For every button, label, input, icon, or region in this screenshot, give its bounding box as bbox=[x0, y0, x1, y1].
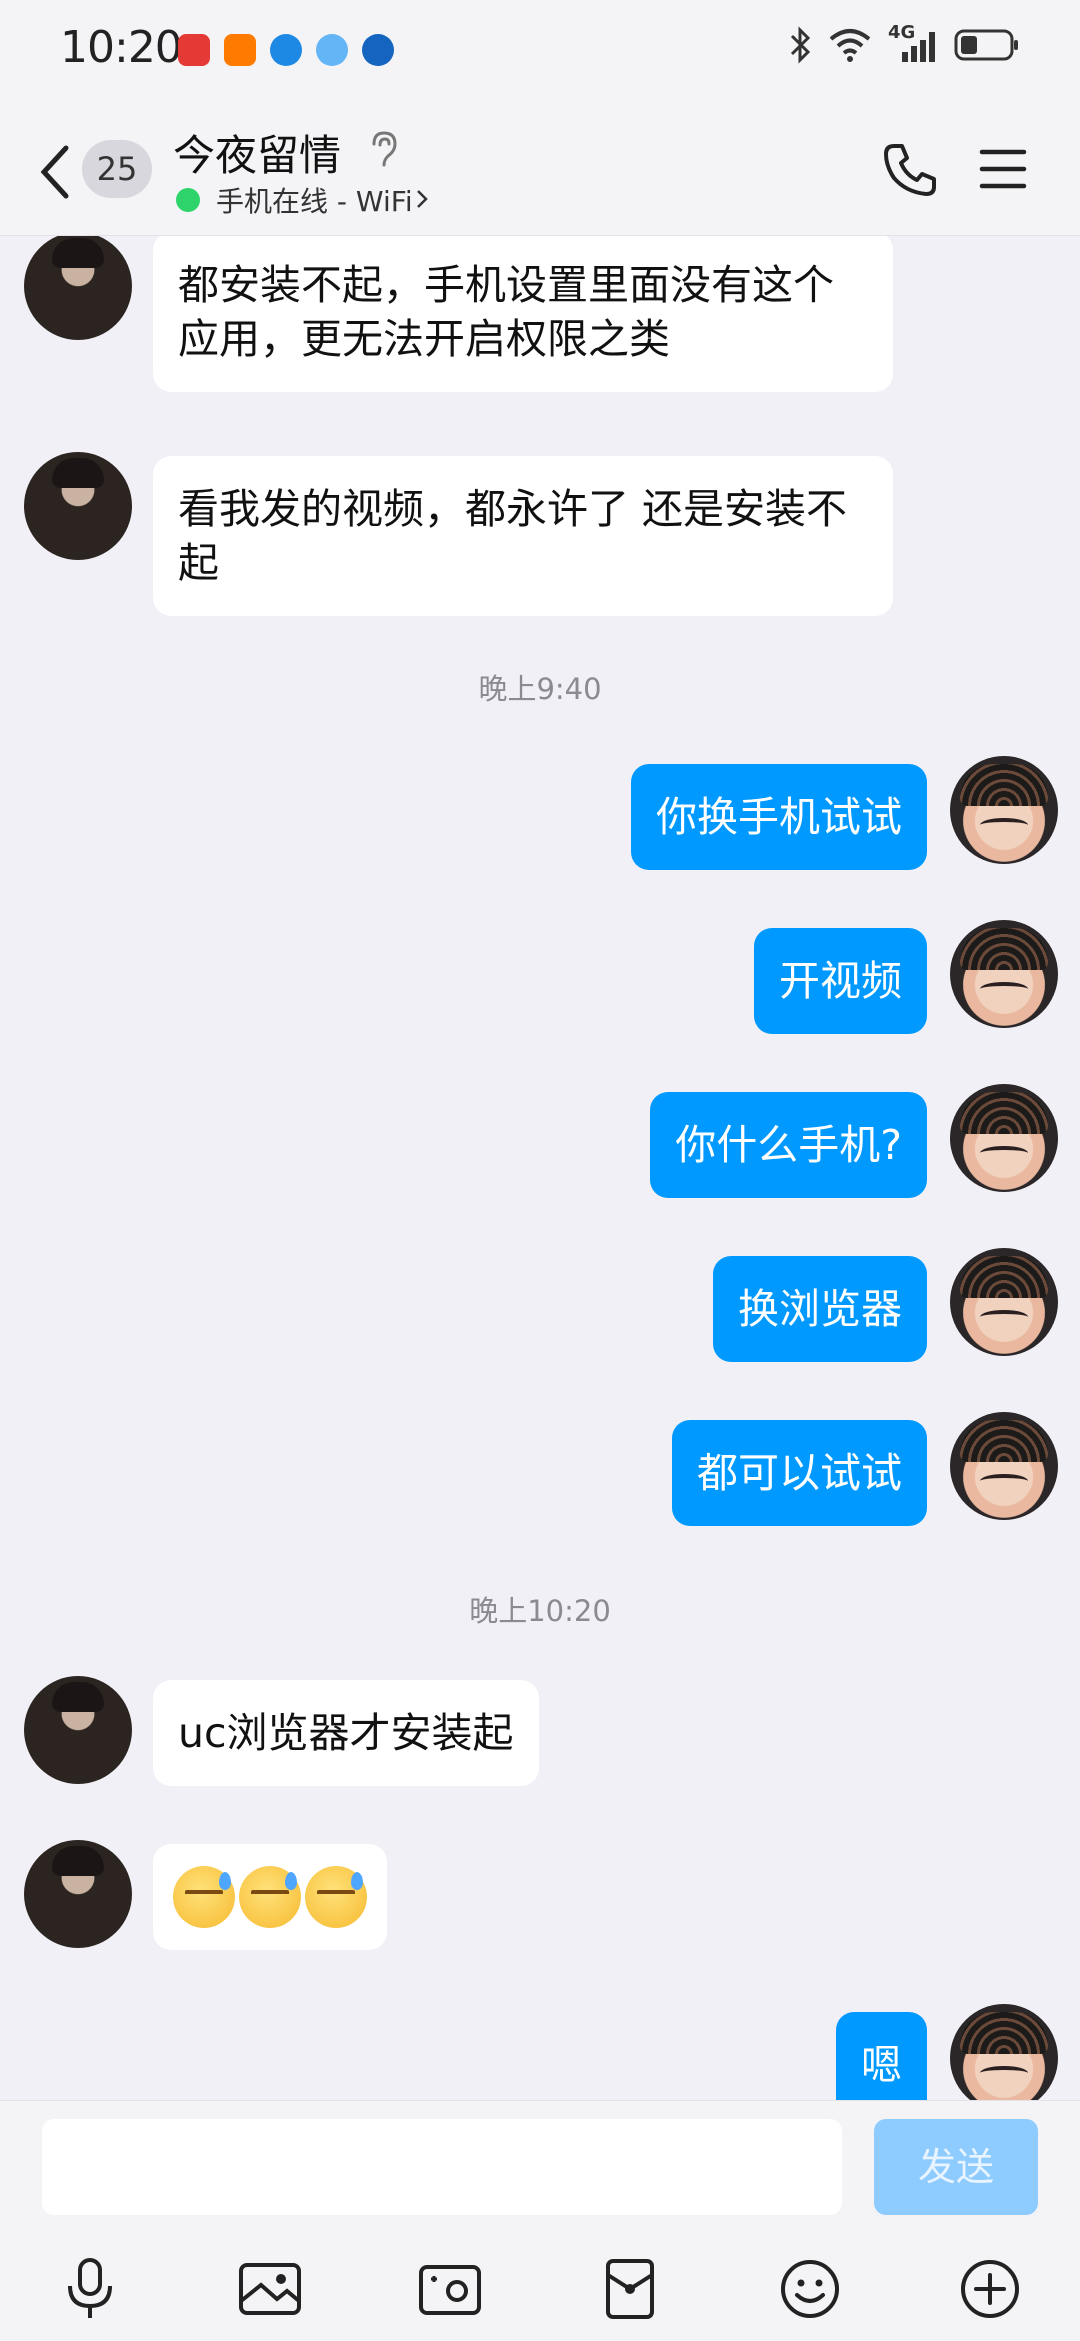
message-list[interactable]: 都安装不起，手机设置里面没有这个应用，更无法开启权限之类 看我发的视频，都永许了… bbox=[0, 236, 1080, 2100]
message-bubble-outgoing[interactable]: 都可以试试 bbox=[672, 1420, 927, 1526]
store-app-icon bbox=[224, 34, 256, 66]
chat-header: 25 今夜留情 手机在线 - WiFi bbox=[0, 100, 1080, 236]
online-status-text[interactable]: 手机在线 - WiFi bbox=[216, 180, 413, 220]
image-button[interactable] bbox=[230, 2249, 310, 2329]
battery-icon bbox=[954, 29, 1018, 61]
earpiece-mode-icon bbox=[372, 131, 397, 167]
my-avatar[interactable] bbox=[950, 2004, 1058, 2100]
bluetooth-icon bbox=[790, 26, 811, 64]
contact-avatar[interactable] bbox=[24, 1676, 132, 1784]
message-input[interactable] bbox=[42, 2119, 842, 2215]
message-bubble-outgoing[interactable]: 嗯 bbox=[836, 2012, 927, 2100]
message-bubble-outgoing[interactable]: 你什么手机? bbox=[650, 1092, 927, 1198]
red-packet-button[interactable] bbox=[590, 2249, 670, 2329]
phone-call-button[interactable] bbox=[880, 140, 940, 200]
my-avatar[interactable] bbox=[950, 1412, 1058, 1520]
contact-avatar[interactable] bbox=[24, 452, 132, 560]
message-bubble-incoming[interactable]: uc浏览器才安装起 bbox=[153, 1680, 539, 1786]
voice-button[interactable] bbox=[50, 2249, 130, 2329]
wifi-icon bbox=[829, 29, 871, 62]
sweat-face-emoji-icon bbox=[173, 1866, 235, 1928]
message-bubble-outgoing[interactable]: 换浏览器 bbox=[713, 1256, 927, 1362]
message-bubble-incoming[interactable]: 都安装不起，手机设置里面没有这个应用，更无法开启权限之类 bbox=[153, 236, 893, 392]
menu-button[interactable] bbox=[978, 144, 1028, 194]
message-bubble-outgoing[interactable]: 你换手机试试 bbox=[631, 764, 927, 870]
online-status-dot bbox=[176, 188, 200, 212]
plus-circle-icon bbox=[961, 2260, 1019, 2318]
camera-icon bbox=[419, 2265, 481, 2315]
unread-count-badge[interactable]: 25 bbox=[82, 140, 152, 198]
message-bubble-incoming[interactable]: 看我发的视频，都永许了 还是安装不起 bbox=[153, 456, 893, 616]
smiley-icon bbox=[781, 2260, 839, 2318]
send-button[interactable]: 发送 bbox=[874, 2119, 1038, 2215]
network-type-label: 4G bbox=[888, 22, 916, 43]
my-avatar[interactable] bbox=[950, 1248, 1058, 1356]
toolbar bbox=[0, 2249, 1080, 2329]
huawei-app-icon bbox=[178, 34, 210, 66]
notification-icons bbox=[178, 34, 394, 66]
status-time: 10:20 bbox=[60, 22, 183, 73]
my-avatar[interactable] bbox=[950, 1084, 1058, 1192]
back-button[interactable] bbox=[36, 142, 76, 202]
chat-title[interactable]: 今夜留情 bbox=[173, 122, 341, 183]
red-packet-icon bbox=[606, 2259, 654, 2319]
verified-app-icon bbox=[270, 34, 302, 66]
more-button[interactable] bbox=[950, 2249, 1030, 2329]
camera-button[interactable] bbox=[410, 2249, 490, 2329]
message-bubble-outgoing[interactable]: 开视频 bbox=[754, 928, 927, 1034]
browser-app-icon bbox=[316, 34, 348, 66]
status-bar: 10:20 4G bbox=[0, 0, 1080, 100]
image-icon bbox=[239, 2263, 301, 2315]
microphone-icon bbox=[68, 2258, 112, 2318]
contact-avatar[interactable] bbox=[24, 236, 132, 340]
chevron-right-icon bbox=[417, 190, 428, 208]
my-avatar[interactable] bbox=[950, 756, 1058, 864]
message-bubble-emoji[interactable] bbox=[153, 1844, 387, 1950]
my-avatar[interactable] bbox=[950, 920, 1058, 1028]
contact-avatar[interactable] bbox=[24, 1840, 132, 1948]
input-bar: 发送 bbox=[0, 2100, 1080, 2341]
timestamp: 晚上9:40 bbox=[478, 672, 602, 706]
emoji-button[interactable] bbox=[770, 2249, 850, 2329]
system-icons: 4G bbox=[788, 22, 1020, 64]
timestamp: 晚上10:20 bbox=[469, 1594, 611, 1628]
sweat-face-emoji-icon bbox=[305, 1866, 367, 1928]
sweat-face-emoji-icon bbox=[239, 1866, 301, 1928]
cellular-signal-icon: 4G bbox=[888, 22, 938, 64]
baidu-app-icon bbox=[362, 34, 394, 66]
